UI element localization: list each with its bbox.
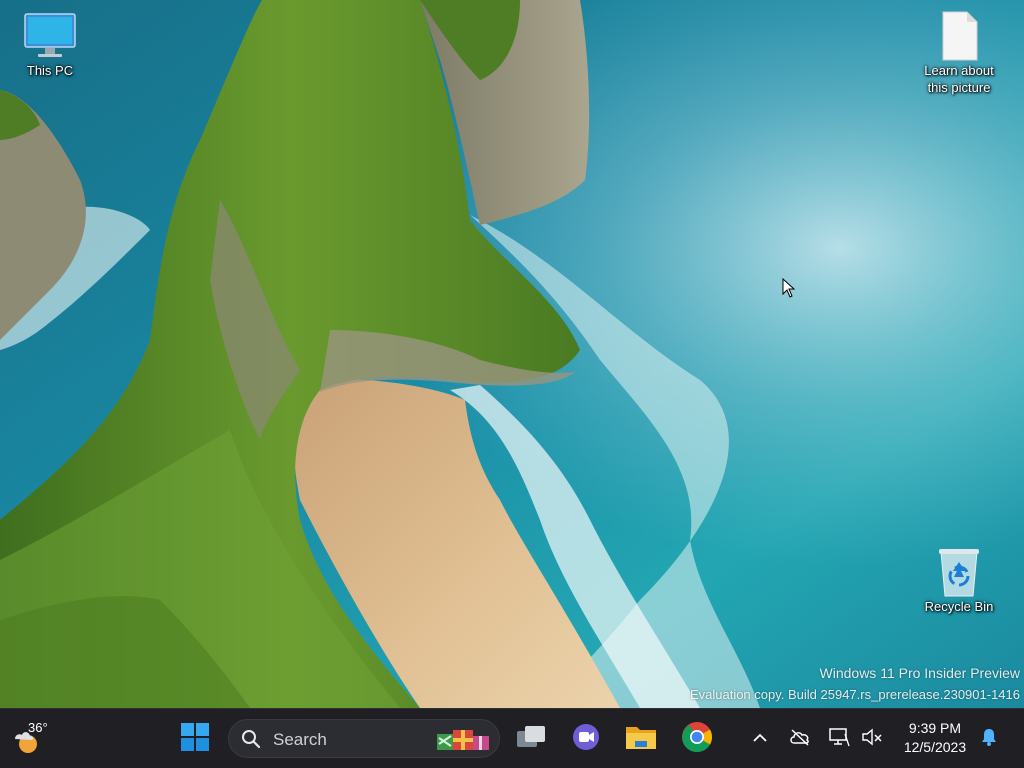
- task-view-icon: [515, 723, 547, 756]
- tray-overflow-button[interactable]: [748, 727, 772, 751]
- this-pc-label: This PC: [26, 63, 74, 78]
- taskbar-clock[interactable]: 9:39 PM 12/5/2023: [892, 719, 978, 757]
- task-view-button[interactable]: [509, 717, 553, 761]
- watermark-line-2: Evaluation copy. Build 25947.rs_prerelea…: [689, 687, 1020, 702]
- onedrive-status-button[interactable]: [788, 727, 812, 751]
- volume-muted-icon: [861, 727, 883, 752]
- gift-boxes-icon: [435, 726, 493, 757]
- network-icon: [828, 727, 850, 752]
- desktop-icon-learn-about-picture[interactable]: Learn about this picture: [914, 10, 1004, 96]
- volume-button[interactable]: [860, 727, 884, 751]
- chevron-up-icon: [752, 730, 768, 748]
- file-explorer-button[interactable]: [619, 717, 663, 761]
- chrome-icon: [681, 721, 713, 758]
- monitor-icon: [22, 10, 78, 62]
- mouse-cursor-icon: [782, 277, 796, 303]
- chrome-button[interactable]: [675, 717, 719, 761]
- bell-icon: [980, 727, 998, 752]
- windows-watermark: Windows 11 Pro Insider Preview Evaluatio…: [690, 663, 1020, 705]
- weather-temperature: 36°: [28, 720, 48, 735]
- desktop-icon-this-pc[interactable]: This PC: [5, 10, 95, 79]
- taskbar-search-box[interactable]: Search: [228, 719, 500, 758]
- clock-time: 9:39 PM: [908, 720, 962, 736]
- document-icon: [931, 10, 987, 62]
- learn-about-picture-label: Learn about this picture: [924, 63, 994, 95]
- search-icon: [241, 729, 261, 754]
- wallpaper-scene: [0, 0, 1024, 708]
- watermark-line-1: Windows 11 Pro Insider Preview: [819, 665, 1020, 681]
- desktop-icon-recycle-bin[interactable]: Recycle Bin: [914, 546, 1004, 615]
- clock-date: 12/5/2023: [903, 739, 967, 755]
- desktop-wallpaper: [0, 0, 1024, 708]
- search-placeholder: Search: [273, 730, 327, 749]
- network-status-button[interactable]: [827, 727, 851, 751]
- video-chat-app-button[interactable]: [564, 717, 608, 761]
- video-chat-icon: [571, 722, 601, 757]
- taskbar: 36° Search 9:39 PM 12/5/2023: [0, 708, 1024, 768]
- folder-icon: [625, 723, 657, 756]
- start-button[interactable]: [173, 717, 217, 761]
- notifications-button[interactable]: [977, 727, 1001, 751]
- recycle-bin-icon: [931, 546, 987, 598]
- cloud-offline-icon: [789, 728, 811, 751]
- windows-logo-icon: [180, 722, 210, 757]
- weather-widget[interactable]: 36°: [8, 717, 56, 761]
- recycle-bin-label: Recycle Bin: [924, 599, 994, 614]
